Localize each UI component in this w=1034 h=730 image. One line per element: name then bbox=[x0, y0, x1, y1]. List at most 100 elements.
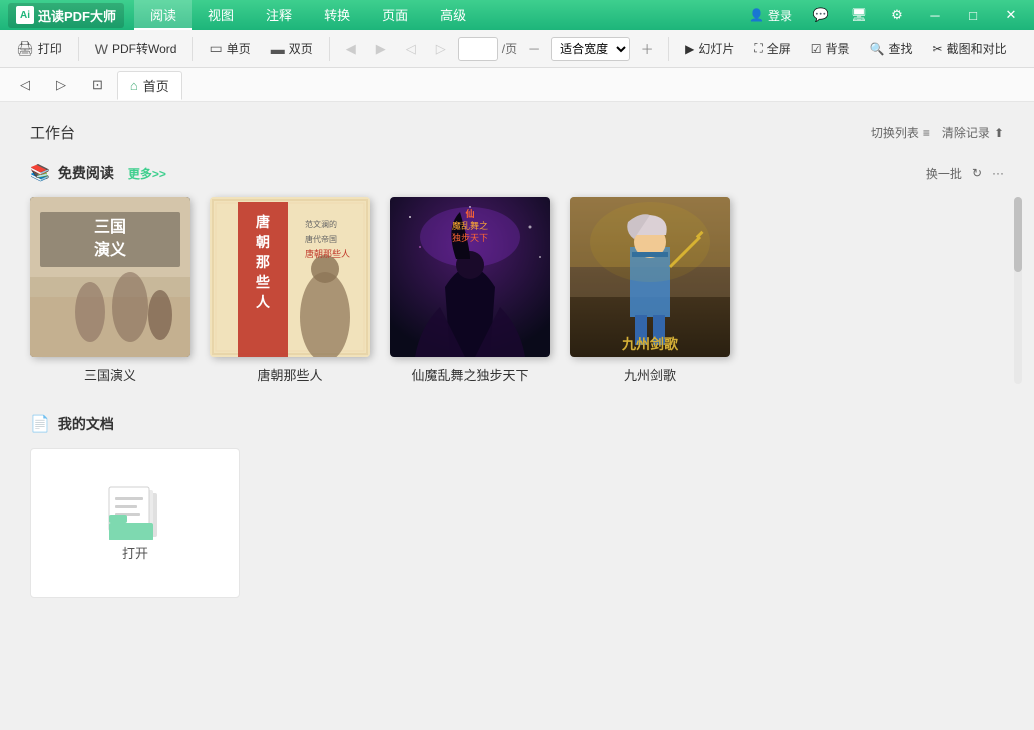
fullscreen-icon: ⛶ bbox=[754, 41, 762, 56]
print-button[interactable]: 🖨 打印 bbox=[8, 37, 70, 60]
page-number-input[interactable] bbox=[458, 37, 498, 61]
my-docs-section: 📄 我的文档 bbox=[30, 414, 1004, 598]
book-item-xmlw[interactable]: 仙 魔乱舞之 独步天下 仙魔乱舞之独步天下 bbox=[390, 197, 550, 384]
forward-nav-icon[interactable]: ▷ bbox=[44, 73, 78, 97]
book-cover-art-xmlw: 仙 魔乱舞之 独步天下 bbox=[390, 197, 550, 357]
svg-text:仙: 仙 bbox=[465, 208, 474, 219]
toolbar-separator-4 bbox=[668, 37, 669, 61]
single-page-icon: ▭ bbox=[209, 40, 222, 57]
user-icon: 👤 bbox=[749, 8, 764, 22]
message-icon-btn[interactable]: 💬 bbox=[806, 0, 836, 30]
slideshow-button[interactable]: ▶ 幻灯片 bbox=[677, 37, 742, 60]
screenshot-icon: ✂ bbox=[933, 42, 943, 56]
svg-text:独步天下: 独步天下 bbox=[452, 232, 488, 243]
app-logo-icon: Ai bbox=[16, 6, 34, 24]
clear-records-button[interactable]: 清除记录 ⬆ bbox=[942, 124, 1004, 141]
zoom-select[interactable]: 适合宽度 bbox=[551, 37, 630, 61]
zoom-in-button[interactable]: ＋ bbox=[634, 36, 660, 62]
titlebar: Ai 迅读PDF大师 阅读 视图 注释 转换 页面 高级 👤 登录 💬 🖥 ⚙ … bbox=[0, 0, 1034, 30]
svg-text:那: 那 bbox=[256, 255, 270, 271]
nav-tab-annotate[interactable]: 注释 bbox=[250, 0, 308, 30]
nav-tab-page[interactable]: 页面 bbox=[366, 0, 424, 30]
clear-icon: ⬆ bbox=[994, 126, 1004, 140]
switch-list-button[interactable]: 切换列表 ≡ bbox=[871, 124, 930, 141]
svg-text:唐代帝国: 唐代帝国 bbox=[305, 234, 337, 244]
fullscreen-button[interactable]: ⛶ 全屏 bbox=[746, 37, 798, 60]
background-icon: ☑ bbox=[811, 42, 822, 56]
tab-home[interactable]: ⌂ 首页 bbox=[117, 71, 182, 100]
toolbar-separator-1 bbox=[78, 37, 79, 61]
book-cover-xmlw: 仙 魔乱舞之 独步天下 bbox=[390, 197, 550, 357]
my-docs-title: 📄 我的文档 bbox=[30, 414, 114, 434]
workspace-header: 工作台 切换列表 ≡ 清除记录 ⬆ bbox=[30, 122, 1004, 143]
book-title-tcnsr: 唐朝那些人 bbox=[257, 365, 322, 384]
nav-tab-view[interactable]: 视图 bbox=[192, 0, 250, 30]
search-icon: 🔍 bbox=[870, 42, 885, 56]
book-item-sgly[interactable]: 三国 演义 三国演义 bbox=[30, 197, 190, 384]
single-page-button[interactable]: ▭ 单页 bbox=[201, 37, 258, 60]
next-page-button[interactable]: ▶ bbox=[368, 36, 394, 62]
more-options-button[interactable]: ··· bbox=[992, 166, 1004, 180]
login-label: 登录 bbox=[768, 7, 792, 24]
svg-text:朝: 朝 bbox=[256, 234, 270, 251]
svg-text:九州剑歌: 九州剑歌 bbox=[621, 336, 679, 353]
workspace-actions: 切换列表 ≡ 清除记录 ⬆ bbox=[871, 124, 1004, 141]
app-logo[interactable]: Ai 迅读PDF大师 bbox=[8, 3, 124, 28]
scrollbar-thumb bbox=[1014, 197, 1022, 272]
screen-icon-btn[interactable]: 🖥 bbox=[844, 0, 874, 30]
book-title-xmlw: 仙魔乱舞之独步天下 bbox=[411, 365, 528, 384]
my-docs-header: 📄 我的文档 bbox=[30, 414, 1004, 434]
book-cover-sgly: 三国 演义 bbox=[30, 197, 190, 357]
back-button[interactable]: ◁ bbox=[398, 36, 424, 62]
book-title-sgly: 三国演义 bbox=[84, 365, 136, 384]
book-cover-art-tcnsr: 唐 朝 那 些 人 范文澜的 唐代帝国 唐朝那些人 bbox=[210, 197, 370, 357]
more-link[interactable]: 更多>> bbox=[128, 165, 166, 182]
open-label: 打开 bbox=[122, 543, 148, 562]
clear-records-label: 清除记录 bbox=[942, 124, 990, 141]
workspace-title: 工作台 bbox=[30, 122, 75, 143]
book-item-tcnsr[interactable]: 唐 朝 那 些 人 范文澜的 唐代帝国 唐朝那些人 唐朝那些人 bbox=[210, 197, 370, 384]
titlebar-right: 👤 登录 💬 🖥 ⚙ ─ □ ✕ bbox=[743, 0, 1026, 30]
section-actions: 换一批 ↻ ··· bbox=[926, 165, 1004, 182]
book-cover-jzjg: 九州剑歌 bbox=[570, 197, 730, 357]
main-toolbar: 🖨 打印 W PDF转Word ▭ 单页 ▬ 双页 ◀ ▶ ◁ ▷ /页 － 适… bbox=[0, 30, 1034, 68]
page-unit-label: /页 bbox=[502, 40, 517, 57]
nav-tab-read[interactable]: 阅读 bbox=[134, 0, 192, 30]
svg-text:唐朝那些人: 唐朝那些人 bbox=[305, 248, 350, 259]
main-content: 工作台 切换列表 ≡ 清除记录 ⬆ 📚 免费阅读 更多>> 换一批 ↻ ··· bbox=[0, 102, 1034, 730]
maximize-button[interactable]: □ bbox=[958, 0, 988, 30]
prev-page-button[interactable]: ◀ bbox=[338, 36, 364, 62]
free-reading-title: 📚 免费阅读 更多>> bbox=[30, 163, 166, 183]
book-item-jzjg[interactable]: 九州剑歌 九州剑歌 bbox=[570, 197, 730, 384]
forward-button[interactable]: ▷ bbox=[428, 36, 454, 62]
minimize-button[interactable]: ─ bbox=[920, 0, 950, 30]
double-page-icon: ▬ bbox=[271, 41, 285, 57]
nav-tab-advanced[interactable]: 高级 bbox=[424, 0, 482, 30]
book-grid: 三国 演义 三国演义 bbox=[30, 197, 1004, 384]
svg-text:唐: 唐 bbox=[256, 214, 270, 231]
secondary-toolbar: ◁ ▷ ⊡ ⌂ 首页 bbox=[0, 68, 1034, 102]
login-button[interactable]: 👤 登录 bbox=[743, 5, 798, 26]
book-grid-scrollbar[interactable] bbox=[1014, 197, 1022, 384]
docs-icon: 📄 bbox=[30, 414, 50, 434]
svg-text:演义: 演义 bbox=[94, 240, 126, 259]
toolbar-separator-3 bbox=[329, 37, 330, 61]
back-nav-icon[interactable]: ◁ bbox=[8, 73, 42, 97]
open-file-icon bbox=[105, 485, 165, 535]
refresh-icon[interactable]: ↻ bbox=[972, 166, 982, 180]
zoom-out-button[interactable]: － bbox=[521, 36, 547, 62]
history-icon[interactable]: ⊡ bbox=[80, 73, 115, 97]
screenshot-button[interactable]: ✂ 截图和对比 bbox=[925, 37, 1015, 60]
pdf-to-word-button[interactable]: W PDF转Word bbox=[87, 37, 185, 60]
settings-icon-btn[interactable]: ⚙ bbox=[882, 0, 912, 30]
double-page-button[interactable]: ▬ 双页 bbox=[263, 37, 321, 60]
close-button[interactable]: ✕ bbox=[996, 0, 1026, 30]
book-shelf-icon: 📚 bbox=[30, 163, 50, 183]
nav-tab-convert[interactable]: 转换 bbox=[308, 0, 366, 30]
open-file-button[interactable]: 打开 bbox=[30, 448, 240, 598]
open-file-svg bbox=[105, 485, 165, 540]
refresh-batch-button[interactable]: 换一批 bbox=[926, 165, 962, 182]
find-button[interactable]: 🔍 查找 bbox=[862, 37, 921, 60]
background-button[interactable]: ☑ 背景 bbox=[803, 37, 858, 60]
nav-tabs: 阅读 视图 注释 转换 页面 高级 bbox=[134, 0, 482, 30]
